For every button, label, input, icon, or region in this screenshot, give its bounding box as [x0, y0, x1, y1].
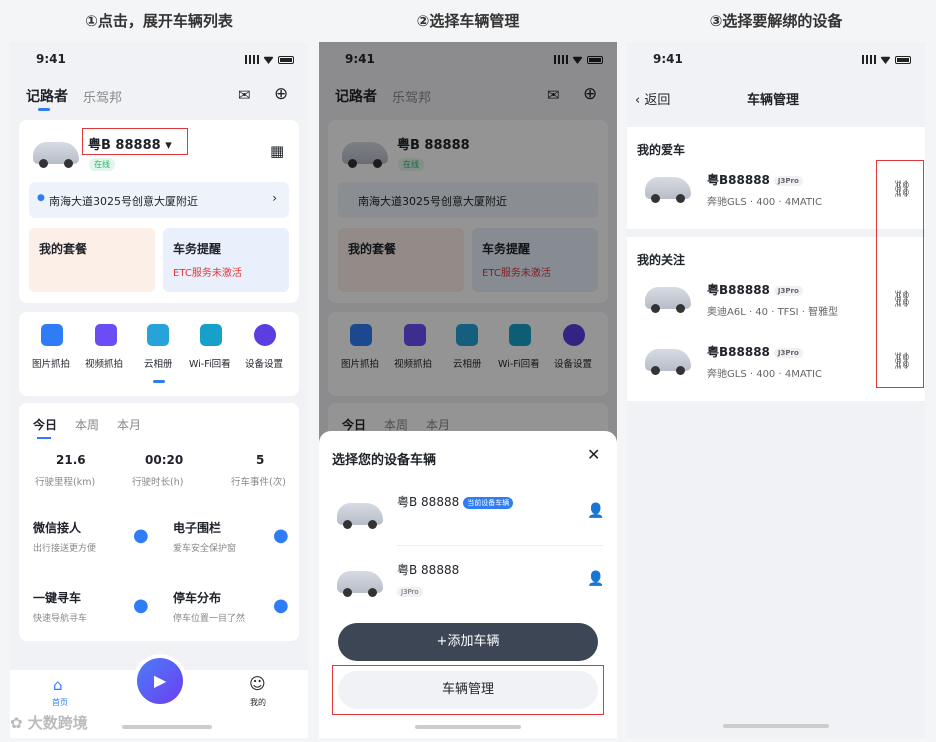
- vehicle-plate: 粤B88888 J3Pro: [707, 171, 803, 188]
- feature-find-car[interactable]: 一键寻车 快速导航寻车 ●: [29, 577, 157, 633]
- tab-jiluzhe[interactable]: 记路者: [26, 86, 68, 106]
- vehicle-sheet: 选择您的设备车辆 ✕ 粤B 88888 当前设备车辆 👤 粤B 88888 J3P…: [319, 431, 617, 738]
- stat-value: 21.6: [56, 453, 86, 467]
- record-button[interactable]: ▶: [137, 658, 183, 704]
- step-2-caption: ②选择车辆管理: [416, 12, 520, 30]
- quick-label: 设备设置: [245, 359, 284, 370]
- watermark: ✿ 大数跨境: [10, 714, 88, 732]
- feature-fence[interactable]: 电子围栏 爱车安全保护窗 ●: [169, 507, 297, 563]
- chevron-right-icon: ›: [272, 191, 277, 205]
- quick-label: Wi-Fi回看: [189, 359, 231, 370]
- album-icon[interactable]: [147, 324, 169, 346]
- tab-lejiabang[interactable]: 乐驾邦: [83, 87, 122, 106]
- location-bar[interactable]: ● 南海大道3025号创意大厦附近 ›: [29, 182, 289, 218]
- stat-value: 00:20: [145, 453, 184, 467]
- stat-label: 行驶时长(h): [132, 477, 184, 488]
- section-title: 我的关注: [637, 253, 686, 267]
- search-icon: ●: [133, 595, 149, 616]
- wifi-replay-icon[interactable]: [200, 324, 222, 346]
- section-title: 我的爱车: [637, 143, 686, 157]
- parking-icon: ●: [273, 595, 289, 616]
- stat-value: 5: [256, 453, 265, 467]
- vehicle-plate: 粤B88888 J3Pro: [707, 281, 803, 298]
- stat-label: 行驶里程(km): [35, 477, 96, 488]
- nav-home-label[interactable]: 首页: [52, 697, 68, 708]
- car-image: [33, 142, 79, 168]
- vehicle-model: 奥迪A6L · 40 · TFSI · 智雅型: [707, 307, 839, 318]
- sheet-title: 选择您的设备车辆: [332, 453, 437, 468]
- navigate-icon: ●: [273, 525, 289, 546]
- vehicle-plate: 粤B88888 J3Pro: [707, 343, 803, 360]
- add-vehicle-button[interactable]: +添加车辆: [338, 623, 598, 661]
- online-badge: 在线: [89, 158, 115, 171]
- package-card[interactable]: 我的套餐: [29, 228, 155, 292]
- home-icon[interactable]: ⌂: [53, 676, 63, 694]
- highlight-box: [332, 665, 604, 715]
- stat-label: 行车事件(次): [231, 477, 286, 488]
- vehicle-model: 奔驰GLS · 400 · 4MATIC: [707, 197, 822, 208]
- step-1-caption: ①点击，展开车辆列表: [85, 12, 233, 30]
- camera-icon[interactable]: [41, 324, 63, 346]
- back-button[interactable]: ‹ 返回: [635, 89, 670, 108]
- smile-icon[interactable]: ☺: [249, 674, 266, 693]
- add-circle-icon[interactable]: ⊕: [274, 84, 288, 104]
- location-text: 南海大道3025号创意大厦附近: [49, 195, 198, 208]
- add-user-icon[interactable]: 👤: [587, 503, 604, 519]
- close-icon[interactable]: ✕: [587, 445, 600, 464]
- tab-month[interactable]: 本月: [117, 416, 141, 433]
- vehicle-card: 粤B 88888 ▾ 在线 ▦ ● 南海大道3025号创意大厦附近 › 我的套餐…: [19, 120, 299, 303]
- quick-label: 图片抓拍: [32, 359, 71, 370]
- page-indicator: [153, 380, 165, 383]
- qr-icon[interactable]: ▦: [270, 142, 284, 160]
- nav-mine-label[interactable]: 我的: [250, 697, 266, 708]
- step-3-caption: ③选择要解绑的设备: [709, 12, 843, 30]
- quick-actions: 图片抓拍 视频抓拍 云相册 Wi-Fi回看 设备设置: [19, 312, 299, 396]
- page-title: 车辆管理: [747, 93, 800, 108]
- feature-wechat[interactable]: 微信接人 出行接送更方便 ●: [29, 507, 157, 563]
- phone-manage: 9:41 ‹ 返回 车辆管理 我的爱车 粤B88888 J3Pro 奔驰GLS ·…: [627, 42, 925, 738]
- quick-label: 云相册: [144, 359, 173, 370]
- vehicle-tag: J3Pro: [397, 581, 423, 600]
- tab-week[interactable]: 本周: [75, 416, 99, 433]
- mail-icon[interactable]: ✉: [238, 86, 251, 104]
- feature-parking[interactable]: 停车分布 停车位置一目了然 ●: [169, 577, 297, 633]
- highlight-box: [82, 128, 188, 155]
- vehicle-plate: 粤B 88888 当前设备车辆: [397, 493, 514, 510]
- phone-home: 9:41 记路者 乐驾邦 ✉ ⊕ 粤B 88888 ▾ 在线 ▦ ● 南海大道3…: [10, 42, 308, 738]
- tab-today[interactable]: 今日: [33, 416, 57, 433]
- vehicle-plate: 粤B 88888: [397, 563, 460, 577]
- settings-icon[interactable]: [254, 324, 276, 346]
- add-user-icon[interactable]: 👤: [587, 571, 604, 587]
- quick-label: 视频抓拍: [85, 359, 124, 370]
- phone-sheet: 9:41 记路者 乐驾邦 ✉ ⊕ 粤B 88888 在线 南海大道3025号创意…: [319, 42, 617, 738]
- vehicle-model: 奔驰GLS · 400 · 4MATIC: [707, 369, 822, 380]
- video-icon[interactable]: [95, 324, 117, 346]
- stats-card: 今日 本周 本月 21.6 行驶里程(km) 00:20 行驶时长(h) 5 行…: [19, 403, 299, 641]
- sheet-vehicle-1[interactable]: 粤B 88888 当前设备车辆 👤: [319, 481, 617, 543]
- highlight-box: [876, 160, 924, 388]
- person-icon: ●: [133, 525, 149, 546]
- reminder-card[interactable]: 车务提醒 ETC服务未激活: [163, 228, 289, 292]
- status-bar: 9:41: [10, 52, 308, 70]
- location-pin-icon: ●: [37, 193, 45, 203]
- sheet-vehicle-2[interactable]: 粤B 88888 J3Pro 👤: [319, 549, 617, 611]
